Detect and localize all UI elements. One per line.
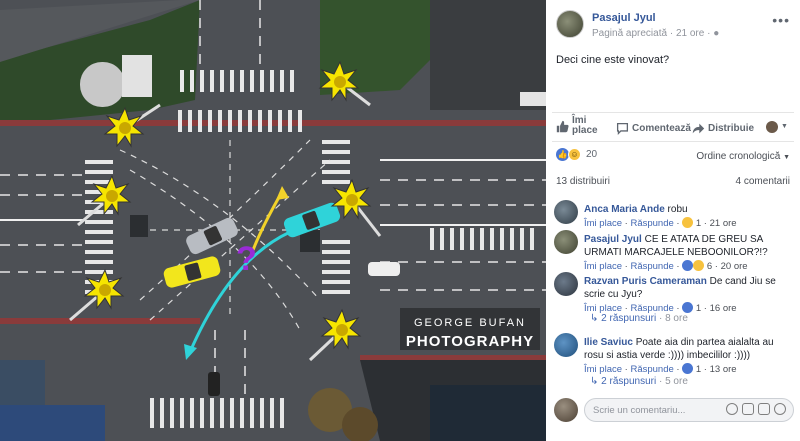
watermark-name: GEORGE BUFAN: [414, 317, 526, 329]
comment-text: robu: [667, 204, 688, 215]
post-time[interactable]: 21 ore: [676, 28, 704, 39]
more-icon[interactable]: •••: [772, 12, 790, 28]
comment-body: Pasajul Jyul CE E ATATA DE GREU SA URMAT…: [584, 233, 794, 273]
reaction-count: 20: [586, 149, 598, 160]
comment-button[interactable]: Comentează: [616, 122, 691, 135]
post-meta: Pagină apreciată · 21 ore · ●: [592, 28, 719, 39]
comments-count[interactable]: 4 comentarii: [736, 176, 790, 187]
sticker-icon[interactable]: [774, 403, 786, 415]
reactions-summary[interactable]: 👍 ☺ 20: [556, 148, 597, 161]
intersection-aerial-image: ? GEORGE BUFAN PHOTOGRAPHY: [0, 0, 546, 441]
comment-body: Razvan Puris Cameraman De cand Jiu se sc…: [584, 275, 794, 315]
post-side-panel: Pasajul Jyul Pagină apreciată · 21 ore ·…: [546, 0, 800, 441]
comment-composer: Scrie un comentariu...: [554, 396, 794, 424]
like-button[interactable]: Îmi place: [556, 116, 602, 136]
dark-car: [208, 372, 220, 396]
comment-item: Razvan Puris Cameraman De cand Jiu se sc…: [554, 268, 794, 315]
share-label: Distribuie: [708, 122, 755, 134]
comment-item: Ilie Saviuc Poate aia din partea aialalt…: [554, 329, 794, 375]
shares-count[interactable]: 13 distribuiri: [556, 176, 610, 187]
page-name-link[interactable]: Pasajul Jyul: [592, 12, 656, 24]
comment-reaction-count: 1: [695, 364, 702, 375]
globe-icon: ●: [713, 28, 720, 39]
page-type: Pagină apreciată: [592, 28, 668, 39]
comment-time[interactable]: 16 ore: [710, 303, 737, 314]
comment-body: Ilie Saviuc Poate aia din partea aialalt…: [584, 336, 794, 376]
avatar[interactable]: [554, 200, 578, 224]
white-car: [368, 262, 400, 276]
replies-time: 8 ore: [665, 313, 688, 324]
comment-item: Pasajul Jyul CE E ATATA DE GREU SA URMAT…: [554, 226, 794, 273]
comment-reaction-count: 1: [695, 303, 702, 314]
comment-author[interactable]: Pasajul Jyul: [584, 234, 642, 245]
post-header: Pasajul Jyul Pagină apreciată · 21 ore ·…: [556, 10, 794, 40]
comment-label: Comentează: [632, 122, 691, 134]
view-replies-link[interactable]: ↳ 2 răspunsuri · 5 ore: [590, 376, 688, 387]
avatar[interactable]: [554, 333, 578, 357]
thumbs-up-icon: [556, 120, 569, 132]
haha-reaction-icon: ☺: [568, 148, 581, 161]
comment-author[interactable]: Ilie Saviuc: [584, 337, 633, 348]
camera-icon[interactable]: [742, 403, 754, 415]
like-reaction-icon: [682, 363, 694, 374]
replies-count: 2 răspunsuri: [601, 313, 657, 324]
reply-arrow-icon: ↳: [590, 313, 599, 324]
reply-arrow-icon: ↳: [590, 376, 599, 387]
comment-author[interactable]: Anca Maria Ande: [584, 204, 665, 215]
replies-count: 2 răspunsuri: [601, 376, 657, 387]
post-text: Deci cine este vinovat?: [556, 54, 670, 66]
question-mark-overlay: ?: [236, 240, 257, 278]
gif-icon[interactable]: [758, 403, 770, 415]
watermark-photography: PHOTOGRAPHY: [406, 333, 534, 350]
avatar: [766, 121, 778, 133]
comment-reply-link[interactable]: Răspunde: [630, 364, 673, 375]
comment-order-label: Ordine cronologică: [696, 151, 781, 162]
replies-time: 5 ore: [665, 376, 688, 387]
share-button[interactable]: Distribuie: [692, 122, 754, 135]
comment-order-dropdown[interactable]: Ordine cronologică ▼: [696, 151, 790, 162]
avatar[interactable]: [554, 230, 578, 254]
comment-icon: [616, 122, 629, 135]
avatar: [554, 398, 578, 422]
comment-meta: Îmi place · Răspunde · 1 · 13 ore: [584, 363, 737, 375]
chevron-down-icon: ▼: [783, 154, 790, 161]
comment-author[interactable]: Razvan Puris Cameraman: [584, 276, 707, 287]
comment-like-link[interactable]: Îmi place: [584, 364, 622, 375]
comment-time[interactable]: 13 ore: [710, 364, 737, 375]
post-actions-bar: Îmi place Comentează Distribuie ▼: [552, 112, 794, 142]
composer-icons: [726, 403, 786, 415]
avatar[interactable]: [554, 272, 578, 296]
comment-item: Anca Maria Ande robu Îmi place · Răspund…: [554, 196, 794, 229]
like-reaction-icon: [682, 302, 694, 313]
chevron-down-icon: ▼: [781, 123, 788, 130]
share-icon: [692, 123, 705, 134]
page-avatar[interactable]: [556, 10, 584, 38]
post-as-selector[interactable]: ▼: [766, 121, 788, 133]
like-label: Îmi place: [572, 115, 598, 136]
emoji-icon[interactable]: [726, 403, 738, 415]
post-photo[interactable]: ? GEORGE BUFAN PHOTOGRAPHY: [0, 0, 546, 441]
view-replies-link[interactable]: ↳ 2 răspunsuri · 8 ore: [590, 313, 688, 324]
